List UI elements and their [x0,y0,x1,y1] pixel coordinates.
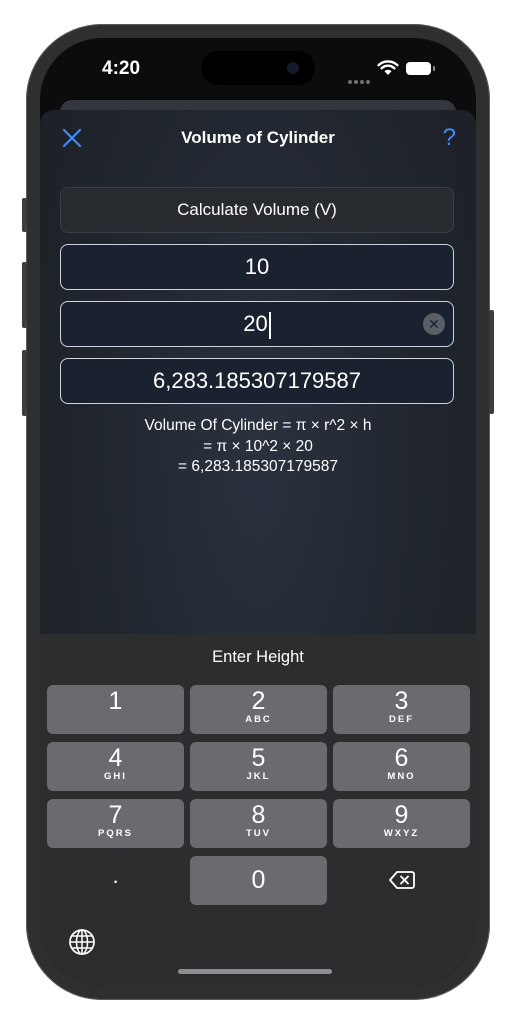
calculate-select[interactable]: Calculate Volume (V) [60,187,454,233]
key-letters: TUV [246,828,271,839]
key-digit: 0 [251,866,266,894]
formula-line-2: = π × 10^2 × 20 [203,437,313,455]
page-title: Volume of Cylinder [181,128,335,147]
key-letters: PQRS [98,828,133,839]
text-cursor [268,311,271,339]
key-digit: 5 [251,744,266,772]
volume-up-button [22,262,27,328]
key-decimal-point[interactable]: . [47,856,184,905]
help-button[interactable]: ? [443,124,456,152]
clear-icon[interactable]: ✕ [423,313,445,335]
home-indicator [178,969,332,974]
key-2[interactable]: 2 ABC [190,685,327,734]
key-8[interactable]: 8 TUV [190,799,327,848]
formula-line-3: = 6,283.185307179587 [178,458,338,475]
action-button [22,198,27,232]
key-digit: 3 [394,687,409,715]
key-letters: WXYZ [383,828,420,839]
key-4[interactable]: 4 GHI [47,742,184,791]
cellular-signal-icon [348,71,372,89]
key-7[interactable]: 7 PQRS [47,799,184,848]
delete-key[interactable] [333,856,470,905]
key-letters: ABC [245,714,272,725]
key-digit: 8 [251,801,266,829]
key-digit: 2 [251,687,266,715]
radius-input[interactable]: 10 [60,244,454,290]
power-button [489,310,494,414]
key-5[interactable]: 5 JKL [190,742,327,791]
key-letters: MNO [387,771,416,782]
screen: 4:20 Volume of Cylinder ? Calculate Volu… [40,38,476,986]
key-letters: DEF [389,714,414,725]
key-letters: GHI [104,771,127,782]
key-1[interactable]: 1 [47,685,184,734]
key-digit: 6 [394,744,409,772]
key-digit: 9 [394,801,409,829]
delete-backspace-icon [389,871,415,889]
height-input[interactable]: 20 ✕ [60,301,454,347]
navigation-bar: Volume of Cylinder ? [40,110,476,166]
result-field: 6,283.185307179587 [60,358,454,404]
camera-icon [287,62,299,74]
key-3[interactable]: 3 DEF [333,685,470,734]
battery-icon [406,62,435,75]
globe-icon[interactable] [68,928,96,956]
result-value: 6,283.185307179587 [153,368,361,393]
keyboard-header: Enter Height [212,648,304,666]
status-time: 4:20 [102,58,141,79]
formula-explanation: Volume Of Cylinder = π × r^2 × h = π × 1… [40,416,476,478]
dynamic-island [201,51,315,85]
formula-line-1: Volume Of Cylinder = π × r^2 × h [144,417,372,434]
key-0[interactable]: 0 [190,856,327,905]
key-digit: 4 [108,744,123,772]
key-digit: 1 [108,687,123,715]
status-bar: 4:20 [40,38,476,100]
volume-down-button [22,350,27,416]
wifi-icon [377,60,399,75]
height-input-value: 20 [243,311,268,336]
radius-input-value: 10 [244,254,270,279]
key-9[interactable]: 9 WXYZ [333,799,470,848]
key-6[interactable]: 6 MNO [333,742,470,791]
key-digit: 7 [108,801,123,829]
numeric-keyboard: Enter Height 1 2 ABC 3 DEF 4 GHI 5 JKL 6… [40,634,476,986]
key-letters: JKL [246,771,271,782]
